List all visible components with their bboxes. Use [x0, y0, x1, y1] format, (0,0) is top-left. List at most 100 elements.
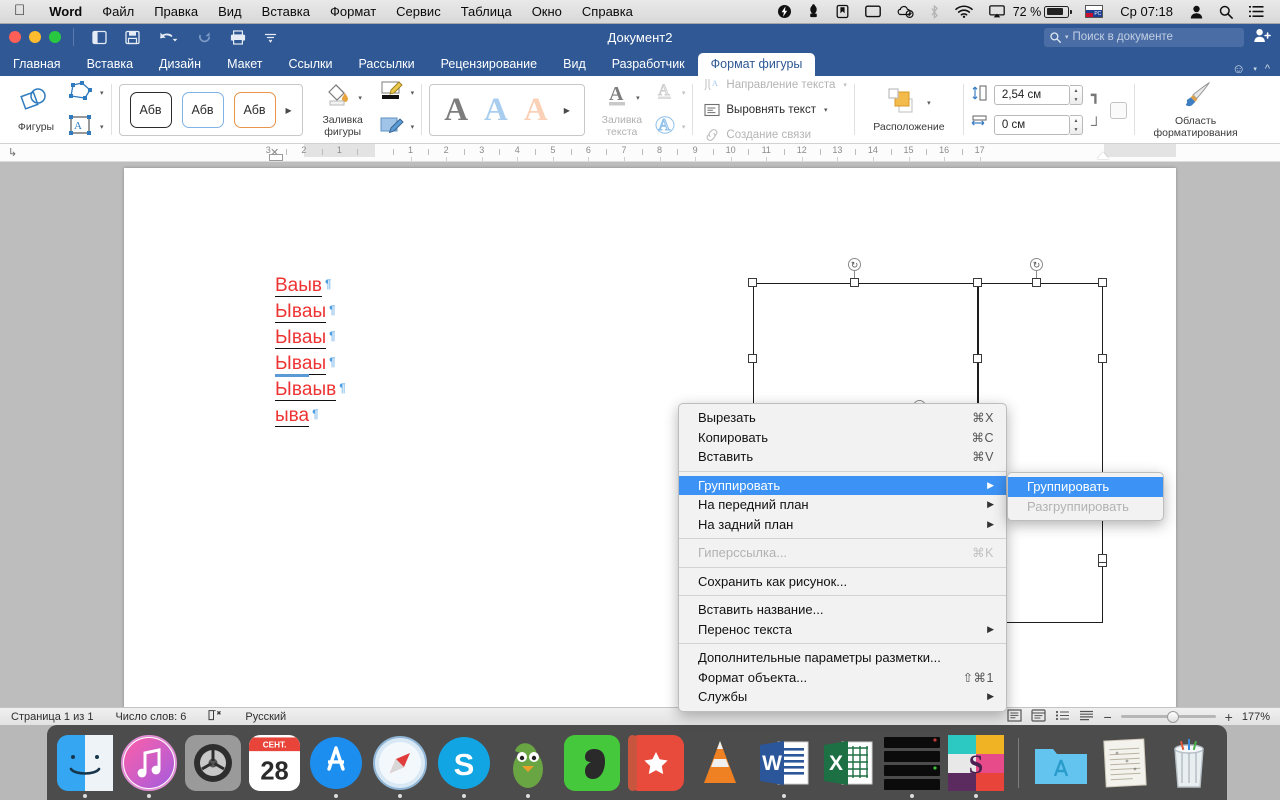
stepper-up-icon[interactable]: ▲ — [1070, 116, 1082, 125]
proofing-icon[interactable]: ✖ — [197, 709, 234, 724]
group-submenu[interactable]: Группировать Разгруппировать — [1007, 472, 1164, 521]
chevron-down-icon[interactable]: ▾ — [1253, 65, 1257, 73]
user-icon[interactable] — [1182, 5, 1211, 19]
print-layout-icon[interactable] — [1007, 708, 1023, 725]
resize-handle-nw[interactable] — [973, 278, 982, 287]
size-dialog-launcher[interactable] — [1109, 101, 1127, 119]
menu-item-word[interactable]: Word — [39, 4, 92, 19]
chevron-down-icon[interactable]: ▾ — [409, 89, 415, 97]
dock-item-safari[interactable] — [372, 735, 428, 798]
align-text-button[interactable]: Выровнять текст ▾ — [704, 100, 847, 120]
document-page[interactable]: Ваыв ¶ Ывaы ¶ Ывaы ¶ Ывaы ¶ Ывaыв ¶ ыва ¶ ↻ ↻ … — [124, 168, 1176, 707]
left-indent-marker[interactable] — [269, 154, 283, 161]
dock-item-skype[interactable]: S — [436, 735, 492, 798]
dock-item-excel[interactable]: X — [820, 735, 876, 791]
bluetooth-icon[interactable] — [922, 4, 947, 19]
menu-item-view[interactable]: Вид — [208, 4, 252, 19]
menu-bar-clock[interactable]: Ср 07:18 — [1111, 4, 1182, 19]
chevron-down-icon[interactable]: ▾ — [409, 123, 415, 131]
document-text-block[interactable]: Ваыв ¶ Ывaы ¶ Ывaы ¶ Ывaы ¶ Ывaыв ¶ ыва ¶ — [275, 272, 346, 428]
document-line-6[interactable]: ыва ¶ — [275, 402, 346, 428]
gallery-more-icon[interactable]: ▶ — [564, 106, 570, 115]
text-box-button[interactable]: A ▾ — [67, 114, 104, 141]
submenu-item-группировать[interactable]: Группировать — [1008, 477, 1163, 497]
menu-item-table[interactable]: Таблица — [451, 4, 522, 19]
height-stepper[interactable]: ▲ ▼ — [1069, 85, 1083, 105]
close-button[interactable] — [9, 31, 21, 43]
sidebar-toggle-icon[interactable] — [83, 30, 116, 45]
zoom-slider[interactable] — [1120, 710, 1216, 723]
width-stepper[interactable]: ▲ ▼ — [1069, 115, 1083, 135]
customize-toolbar-icon[interactable] — [255, 31, 286, 44]
language-label[interactable]: Русский — [234, 711, 297, 723]
dock-item-itunes[interactable] — [121, 734, 177, 798]
search-icon[interactable] — [1211, 5, 1241, 19]
menu-item-format[interactable]: Формат — [320, 4, 386, 19]
display-icon[interactable] — [857, 5, 889, 18]
context-menu-item-сохранить-как-рисунок[interactable]: Сохранить как рисунок... — [679, 572, 1006, 592]
tab-mailings[interactable]: Рассылки — [345, 53, 427, 76]
dock-item-wunderlist[interactable] — [628, 734, 685, 791]
zoom-button[interactable] — [49, 31, 61, 43]
format-pane-button[interactable]: Область форматирования — [1142, 81, 1250, 139]
shape-effects-button[interactable]: ▾ — [379, 114, 415, 141]
chevron-down-icon[interactable]: ▾ — [925, 99, 931, 107]
dock-item-word[interactable]: W — [756, 735, 812, 798]
rocket-icon[interactable] — [799, 4, 828, 19]
text-direction-button[interactable]: A Направление текста ▾ — [704, 75, 847, 95]
dock-item-finder[interactable] — [57, 734, 113, 798]
context-menu-item-на-задний-план[interactable]: На задний план ▶ — [679, 515, 1006, 535]
tab-developer[interactable]: Разработчик — [599, 53, 698, 76]
stepper-down-icon[interactable]: ▼ — [1070, 125, 1082, 134]
dock-item-app-store[interactable] — [308, 735, 364, 798]
tab-design[interactable]: Дизайн — [146, 53, 214, 76]
text-outline-button[interactable]: A ▾ — [654, 80, 685, 106]
text-style-preset-2[interactable]: A — [484, 93, 508, 127]
dock-item-evernote[interactable] — [564, 734, 621, 791]
chevron-down-icon[interactable]: ▾ — [822, 106, 828, 114]
shapes-button[interactable]: Фигуры — [7, 87, 65, 134]
chevron-down-icon[interactable]: ▾ — [841, 81, 847, 89]
gallery-more-icon[interactable]: ▶ — [286, 106, 292, 115]
dock-item-duck-downloader[interactable] — [500, 735, 556, 798]
page-count-label[interactable]: Страница 1 из 1 — [0, 711, 104, 723]
add-user-icon[interactable] — [1252, 28, 1280, 46]
shape-style-preset-2[interactable]: Абв — [181, 92, 224, 128]
document-line-1[interactable]: Ваыв ¶ — [275, 272, 346, 298]
shape-style-preset-1[interactable]: Абв — [129, 92, 172, 128]
resize-handle-ne[interactable] — [1098, 278, 1107, 287]
document-line-4[interactable]: Ывaы ¶ — [275, 350, 346, 377]
save-icon[interactable] — [116, 30, 149, 45]
tab-view[interactable]: Вид — [550, 53, 599, 76]
dock-item-calendar[interactable]: СЕНТ. 28 — [249, 734, 301, 791]
shape-outline-button[interactable]: ▾ — [379, 80, 415, 107]
menu-item-window[interactable]: Окно — [522, 4, 572, 19]
draft-icon[interactable] — [1079, 709, 1094, 725]
context-menu-item-формат-объекта[interactable]: Формат объекта... ⇧⌘1 — [679, 668, 1006, 688]
rotate-handle-2[interactable]: ↻ — [1030, 258, 1043, 271]
zoom-in-button[interactable]: + — [1225, 709, 1233, 725]
smiley-icon[interactable]: ☺ — [1232, 61, 1245, 76]
word-count-label[interactable]: Число слов: 6 — [104, 711, 197, 723]
web-layout-icon[interactable] — [1031, 708, 1047, 725]
document-line-3[interactable]: Ывaы ¶ — [275, 324, 346, 350]
outline-icon[interactable] — [1055, 709, 1070, 725]
minimize-button[interactable] — [29, 31, 41, 43]
dock-item-vlc[interactable] — [692, 735, 748, 791]
chevron-down-icon[interactable]: ▾ — [356, 94, 362, 102]
resize-handle-nw[interactable] — [748, 278, 757, 287]
create-link-button[interactable]: Создание связи — [704, 125, 847, 145]
context-menu-item-дополнительные-параметры-разметки[interactable]: Дополнительные параметры разметки... — [679, 648, 1006, 668]
redo-icon[interactable] — [188, 30, 221, 45]
undo-icon[interactable] — [149, 30, 188, 45]
dock-item-terminal[interactable] — [884, 735, 941, 798]
menu-item-edit[interactable]: Правка — [144, 4, 208, 19]
text-style-gallery[interactable]: A A A ▶ — [429, 84, 585, 136]
stepper-up-icon[interactable]: ▲ — [1070, 86, 1082, 95]
chevron-up-icon[interactable]: ^ — [1265, 63, 1270, 75]
context-menu-item-вставить[interactable]: Вставить ⌘V — [679, 447, 1006, 467]
tab-layout[interactable]: Макет — [214, 53, 275, 76]
arrange-button[interactable]: ▾ Расположение — [862, 87, 956, 134]
airplay-icon[interactable] — [981, 5, 1013, 18]
tab-home[interactable]: Главная — [0, 53, 74, 76]
